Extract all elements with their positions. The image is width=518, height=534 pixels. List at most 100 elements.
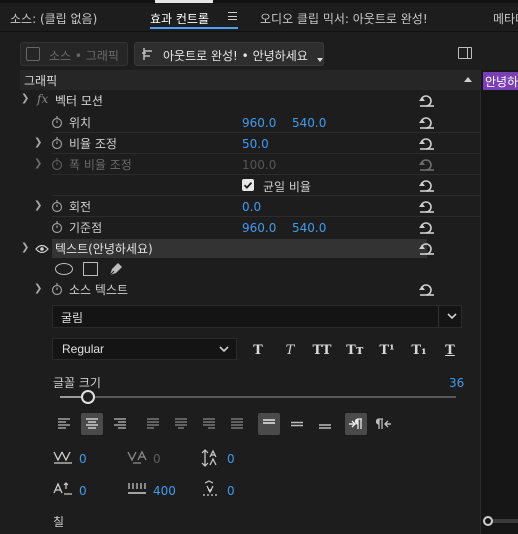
rtl-direction-icon[interactable] — [373, 413, 395, 435]
underline-button[interactable]: T — [440, 338, 460, 362]
tab-source[interactable]: 소스: (클립 없음) — [10, 10, 97, 27]
baseline-shift-value[interactable]: 0 — [79, 484, 87, 498]
reset-icon[interactable] — [418, 94, 436, 108]
leading-value[interactable]: 0 — [227, 452, 235, 466]
tracking-icon — [127, 450, 147, 469]
indent-value[interactable]: 0 — [227, 484, 235, 498]
vector-motion-row[interactable]: ❯ fx 벡터 모션 — [0, 90, 480, 111]
chevron-down-icon[interactable]: ❯ — [34, 283, 42, 294]
position-row: 위치 960.0 540.0 — [0, 112, 480, 133]
width-scale-label: 폭 비율 조정 — [69, 158, 132, 172]
reset-icon[interactable] — [418, 137, 436, 151]
align-center-icon[interactable] — [81, 413, 103, 435]
stopwatch-icon — [51, 158, 63, 171]
font-size-label: 글꼴 크기 — [53, 376, 101, 390]
ellipse-mask-icon[interactable] — [55, 263, 73, 275]
uniform-scale-label: 균일 비율 — [263, 180, 311, 194]
tab-effect-controls[interactable]: 효과 컨트롤 — [150, 10, 209, 27]
tsume-value[interactable]: 400 — [153, 484, 176, 498]
chevron-down-icon[interactable]: ❯ — [21, 93, 29, 104]
subscript-button[interactable]: T₁ — [408, 338, 430, 362]
section-title: 그래픽 — [24, 74, 58, 88]
chevron-right-icon[interactable]: ❯ — [34, 137, 42, 148]
tracking-value[interactable]: 0 — [153, 452, 161, 466]
stopwatch-icon[interactable] — [51, 137, 63, 150]
rotation-label: 회전 — [69, 200, 92, 214]
collapse-up-icon[interactable] — [464, 77, 472, 82]
anchor-y-value[interactable]: 540.0 — [292, 221, 326, 235]
reset-icon[interactable] — [418, 221, 436, 235]
justify-center-icon[interactable] — [170, 413, 192, 435]
uniform-scale-checkbox[interactable] — [242, 179, 254, 191]
reset-icon[interactable] — [418, 242, 436, 256]
text-layer-name-field[interactable]: 텍스트(안녕하세요) — [52, 239, 427, 258]
clip-icon — [26, 47, 40, 61]
reset-icon[interactable] — [418, 200, 436, 214]
position-x-value[interactable]: 960.0 — [242, 116, 276, 130]
rectangle-mask-icon[interactable] — [83, 262, 98, 276]
baseline-shift-icon — [53, 481, 73, 500]
indent-icon — [201, 480, 221, 501]
chevron-right-icon[interactable]: ❯ — [34, 158, 42, 169]
panel-toggle-icon[interactable] — [458, 47, 472, 59]
stopwatch-icon[interactable] — [51, 283, 63, 296]
anchor-x-value[interactable]: 960.0 — [242, 221, 276, 235]
hamburger-icon[interactable] — [228, 12, 237, 20]
align-left-icon[interactable] — [53, 413, 75, 435]
rotation-value[interactable]: 0.0 — [242, 200, 261, 214]
chevron-down-icon[interactable]: ❯ — [21, 242, 29, 253]
anchor-point-label: 기준점 — [69, 221, 103, 235]
align-middle-icon[interactable] — [286, 413, 308, 435]
position-label: 위치 — [69, 116, 92, 130]
rotation-row: ❯ 회전 0.0 — [0, 196, 480, 217]
align-right-icon[interactable] — [109, 413, 131, 435]
timeline-clip[interactable]: 안녕하 — [483, 72, 518, 90]
scroll-handle-icon[interactable] — [483, 516, 493, 526]
superscript-button[interactable]: T¹ — [376, 338, 398, 362]
eye-icon[interactable] — [35, 243, 49, 257]
font-size-value[interactable]: 36 — [449, 376, 464, 390]
scale-value[interactable]: 50.0 — [242, 137, 269, 151]
stopwatch-icon[interactable] — [51, 221, 63, 234]
font-family-value: 굴림 — [61, 311, 84, 325]
source-text-row: ❯ 소스 텍스트 — [0, 279, 480, 300]
all-caps-button[interactable]: TT — [310, 338, 334, 362]
font-size-slider[interactable] — [60, 390, 456, 404]
reset-icon[interactable] — [418, 283, 436, 297]
text-layer-label: 텍스트(안녕하세요) — [55, 242, 153, 256]
font-style-value: Regular — [62, 342, 105, 356]
font-style-dropdown[interactable]: Regular — [52, 338, 237, 360]
stopwatch-icon[interactable] — [51, 200, 63, 213]
slider-thumb[interactable] — [81, 390, 95, 404]
tab-metadata[interactable]: 메타데 — [493, 10, 518, 27]
pen-mask-icon[interactable] — [108, 261, 126, 280]
sequence-clip-dropdown[interactable]: 아웃트로 완성! • 안녕하세요 — [134, 42, 324, 66]
justify-left-icon[interactable] — [142, 413, 164, 435]
align-top-icon[interactable] — [258, 413, 280, 435]
section-header: 그래픽 — [20, 70, 480, 90]
tab-audio-clip-mixer[interactable]: 오디오 클립 믹서: 아웃트로 완성! — [260, 10, 428, 27]
scale-label: 비율 조정 — [69, 137, 117, 151]
stopwatch-icon[interactable] — [51, 116, 63, 129]
faux-italic-button[interactable]: T — [280, 338, 300, 362]
font-family-dropdown[interactable]: 굴림 — [52, 305, 462, 328]
uniform-scale-row: 균일 비율 — [0, 175, 480, 196]
chevron-down-icon — [317, 58, 323, 62]
panel-tab-bar: 소스: (클립 없음) 효과 컨트롤 오디오 클립 믹서: 아웃트로 완성! 메… — [0, 0, 518, 32]
source-clip-dropdown[interactable]: 소스 • 그래픽 — [20, 42, 128, 66]
justify-all-icon[interactable] — [226, 413, 248, 435]
kerning-value[interactable]: 0 — [79, 452, 87, 466]
reset-icon[interactable] — [418, 179, 436, 193]
faux-bold-button[interactable]: T — [248, 338, 268, 362]
justify-right-icon[interactable] — [198, 413, 220, 435]
text-layer-row[interactable]: ❯ 텍스트(안녕하세요) — [0, 238, 480, 259]
source-clip-label: 소스 • 그래픽 — [49, 49, 119, 63]
small-caps-button[interactable]: Tт — [343, 338, 367, 362]
reset-icon — [418, 158, 436, 172]
anchor-point-row: 기준점 960.0 540.0 — [0, 217, 480, 238]
reset-icon[interactable] — [418, 116, 436, 130]
chevron-right-icon[interactable]: ❯ — [34, 200, 42, 211]
ltr-direction-icon[interactable] — [345, 413, 367, 435]
align-bottom-icon[interactable] — [314, 413, 336, 435]
position-y-value[interactable]: 540.0 — [292, 116, 326, 130]
